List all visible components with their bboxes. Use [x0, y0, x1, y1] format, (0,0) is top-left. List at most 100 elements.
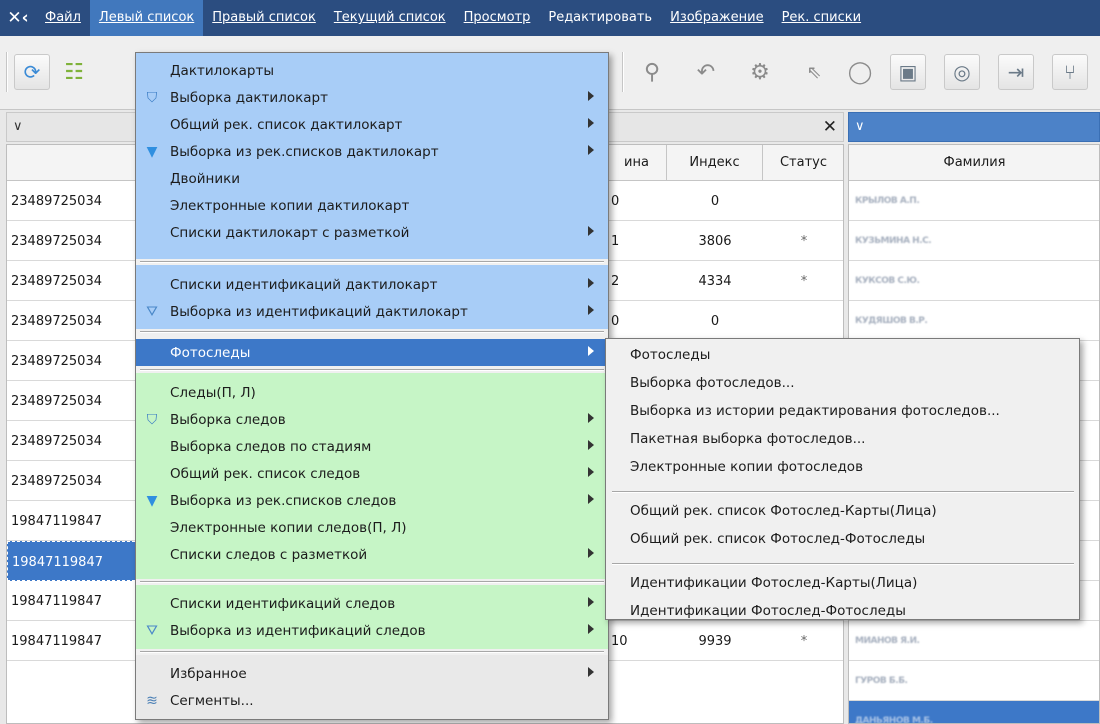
menu-item-group4-2[interactable]: Выборка следов по стадиям — [136, 433, 608, 460]
cell-n: 0 — [611, 313, 620, 329]
chevron-down-icon[interactable]: ∨ — [855, 119, 865, 134]
menu-file[interactable]: Файл — [36, 0, 90, 36]
menu-item-group1-3[interactable]: ▼ Выборка из рек.списков дактилокарт — [136, 138, 608, 165]
table-row[interactable]: КУЗЬМИНА Н.С. — [849, 221, 1099, 261]
image-icon[interactable]: ▣ — [890, 54, 926, 90]
menu-separator — [140, 261, 604, 263]
menu-item-label: Выборка из рек.списков следов — [170, 492, 397, 509]
menu-item-label: Дактилокарты — [170, 62, 275, 79]
filter-id-icon: ⛛ — [146, 623, 158, 639]
branch-icon[interactable]: ⑂ — [1052, 54, 1088, 90]
menu-item-label: Избранное — [170, 665, 247, 682]
menu-item-group4-3[interactable]: Общий рек. список следов — [136, 460, 608, 487]
right-panel-header: ∨ — [848, 112, 1100, 142]
list-view-icon[interactable]: ☷ — [56, 54, 92, 90]
chevron-right-icon — [588, 494, 594, 504]
menu-item-group5-0[interactable]: Списки идентификаций следов — [136, 590, 608, 617]
split-icon[interactable]: ⇥ — [998, 54, 1034, 90]
menu-item-label: Электронные копии дактилокарт — [170, 197, 410, 214]
menu-separator — [140, 581, 604, 583]
menu-item-group1-0[interactable]: Дактилокарты — [136, 57, 608, 84]
column-header-status[interactable]: Статус — [763, 145, 843, 181]
menu-item-label: Сегменты... — [170, 692, 254, 709]
menu-item-label: Электронные копии следов(П, Л) — [170, 519, 407, 536]
cell-surname: КУДЯШОВ В.Р. — [855, 316, 928, 326]
app-logo-icon: ✕‹ — [7, 8, 29, 28]
undo-icon[interactable]: ↶ — [688, 54, 724, 90]
column-header-n[interactable]: ина — [607, 145, 667, 181]
menu-item-group1-5[interactable]: Электронные копии дактилокарт — [136, 192, 608, 219]
pointer-icon[interactable]: ⇖ — [796, 54, 832, 90]
menu-item-group2-0[interactable]: Списки идентификаций дактилокарт — [136, 271, 608, 298]
menu-current-list[interactable]: Текущий список — [325, 0, 455, 36]
menu-image[interactable]: Изображение — [661, 0, 772, 36]
chevron-right-icon — [588, 440, 594, 450]
menu-edit[interactable]: Редактировать — [539, 0, 661, 36]
table-row[interactable]: ДАНЬЯНОВ М.Б. — [849, 701, 1099, 723]
column-header-index[interactable]: Индекс — [667, 145, 763, 181]
close-icon[interactable]: ✕ — [823, 117, 837, 137]
submenu-item[interactable]: Общий рек. список Фотослед-Карты(Лица) — [630, 503, 937, 519]
cell-status: * — [800, 233, 808, 249]
menu-view[interactable]: Просмотр — [455, 0, 540, 36]
menu-separator — [612, 563, 1074, 565]
table-row[interactable]: КУКСОВ С.Ю. — [849, 261, 1099, 301]
menu-item-label: Списки идентификаций следов — [170, 595, 396, 612]
submenu-item[interactable]: Идентификации Фотослед-Фотоследы — [630, 603, 906, 619]
menu-item-group1-1[interactable]: ⛉ Выборка дактилокарт — [136, 84, 608, 111]
gears-icon[interactable]: ⚙ — [742, 54, 778, 90]
chevron-right-icon — [588, 548, 594, 558]
cell-surname: ГУРОВ Б.Б. — [855, 676, 908, 686]
submenu-item[interactable]: Выборка из истории редактирования фотосл… — [630, 403, 1000, 419]
menu-separator — [140, 331, 604, 333]
menu-item-label: Фотоследы — [170, 344, 251, 361]
table-row[interactable]: КУДЯШОВ В.Р. — [849, 301, 1099, 341]
filter-doc-icon: ⛉ — [146, 412, 158, 428]
menu-item-group2-1[interactable]: ⛛ Выборка из идентификаций дактилокарт — [136, 298, 608, 325]
menu-item-group1-2[interactable]: Общий рек. список дактилокарт — [136, 111, 608, 138]
menu-item-group1-6[interactable]: Списки дактилокарт с разметкой — [136, 219, 608, 246]
submenu-item[interactable]: Идентификации Фотослед-Карты(Лица) — [630, 575, 917, 591]
fingerprint-icon[interactable]: ◎ — [944, 54, 980, 90]
submenu-item[interactable]: Пакетная выборка фотоследов... — [630, 431, 865, 447]
menu-item-group1-4[interactable]: Двойники — [136, 165, 608, 192]
cell-index: 9939 — [698, 633, 732, 649]
menu-item-label: Следы(П, Л) — [170, 384, 256, 401]
submenu-item[interactable]: Фотоследы — [630, 347, 710, 363]
table-row[interactable]: МИАНОВ Я.И. — [849, 621, 1099, 661]
menu-left-list[interactable]: Левый список — [89, 0, 204, 36]
menu-item-group4-0[interactable]: Следы(П, Л) — [136, 379, 608, 406]
menu-item-label: Списки дактилокарт с разметкой — [170, 224, 410, 241]
column-header-surname[interactable]: Фамилия — [849, 145, 1099, 181]
chevron-right-icon — [588, 91, 594, 101]
table-row[interactable]: КРЫЛОВ А.П. — [849, 181, 1099, 221]
menubar: ✕‹ Файл Левый список Правый список Текущ… — [0, 0, 1100, 36]
menu-item-group6-1[interactable]: ≋ Сегменты... — [136, 687, 608, 714]
submenu-item[interactable]: Выборка фотоследов... — [630, 375, 795, 391]
circle-icon[interactable]: ◯ — [842, 54, 878, 90]
submenu-item[interactable]: Общий рек. список Фотослед-Фотоследы — [630, 531, 925, 547]
menu-item-group4-5[interactable]: Электронные копии следов(П, Л) — [136, 514, 608, 541]
menu-right-list[interactable]: Правый список — [203, 0, 325, 36]
submenu-item[interactable]: Электронные копии фотоследов — [630, 459, 863, 475]
menu-item-group3-0[interactable]: Фотоследы — [136, 339, 608, 366]
cell-surname: КУКСОВ С.Ю. — [855, 276, 920, 286]
menu-item-group5-1[interactable]: ⛛ Выборка из идентификаций следов — [136, 617, 608, 644]
menu-item-group4-6[interactable]: Списки следов с разметкой — [136, 541, 608, 568]
cell-status — [763, 181, 843, 221]
menu-item-group4-4[interactable]: ▼ Выборка из рек.списков следов — [136, 487, 608, 514]
menu-group-trace-identifications: Списки идентификаций следов ⛛ Выборка из и… — [136, 585, 608, 649]
cell-n: 2 — [611, 273, 620, 289]
menu-item-label: Списки идентификаций дактилокарт — [170, 276, 438, 293]
left-list-menu: Дактилокарты ⛉ Выборка дактилокарт Общий ре… — [135, 52, 609, 720]
cell-n: 1 — [611, 233, 620, 249]
refresh-icon[interactable]: ⟳ — [14, 54, 50, 90]
menu-rec-lists[interactable]: Рек. списки — [773, 0, 871, 36]
table-row[interactable]: ГУРОВ Б.Б. — [849, 661, 1099, 701]
menu-item-group4-1[interactable]: ⛉ Выборка следов — [136, 406, 608, 433]
chevron-down-icon[interactable]: ∨ — [13, 119, 23, 134]
chevron-right-icon — [588, 346, 594, 356]
menu-item-group6-0[interactable]: Избранное — [136, 660, 608, 687]
cell-surname: КУЗЬМИНА Н.С. — [855, 236, 932, 246]
search-icon[interactable]: ⚲ — [634, 54, 670, 90]
